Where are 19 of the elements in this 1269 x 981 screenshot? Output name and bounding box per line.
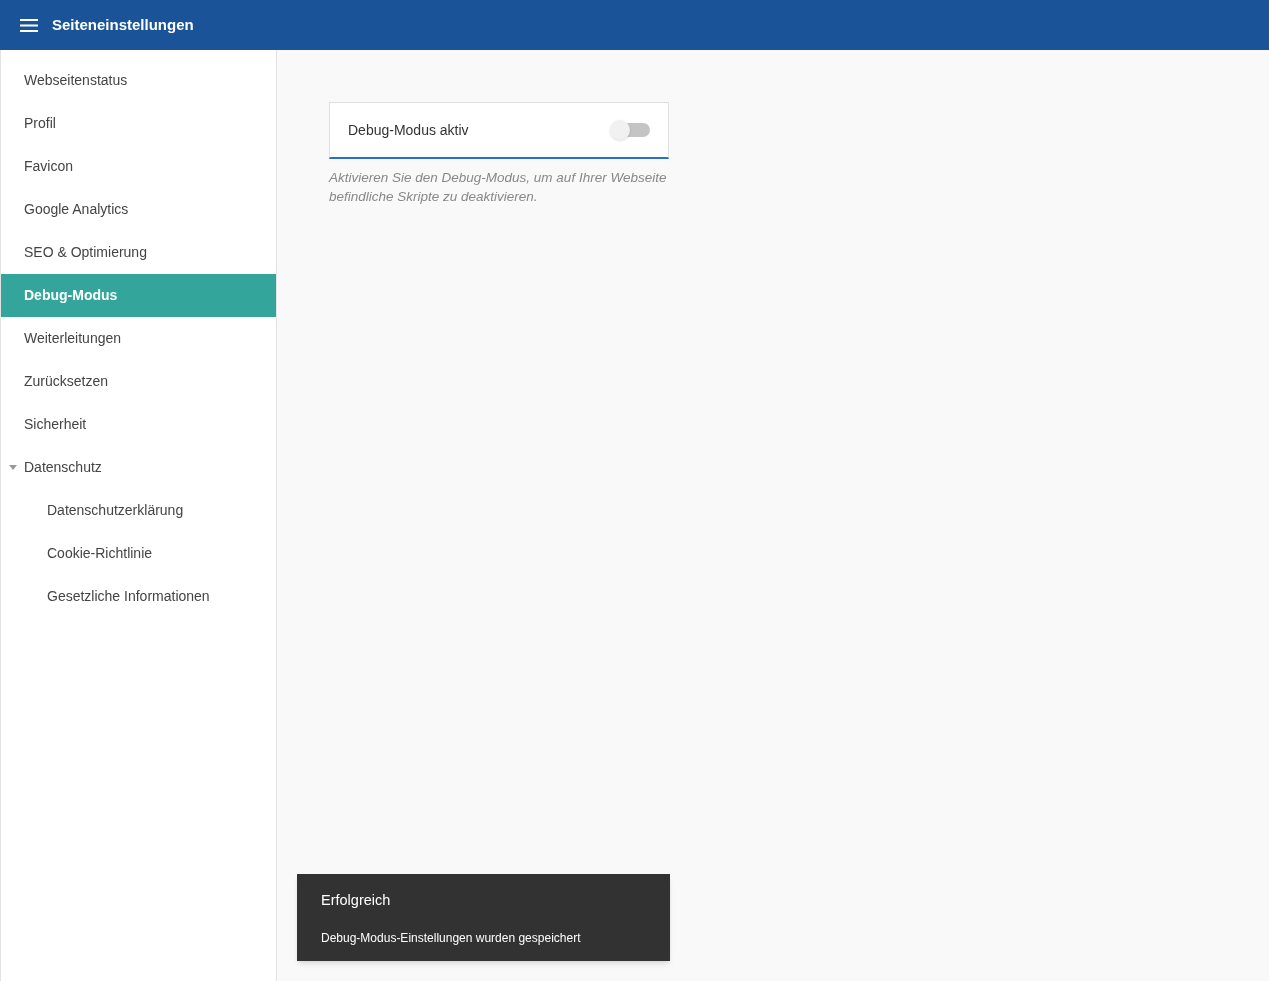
sidebar-item[interactable]: Profil: [1, 102, 276, 145]
sidebar-item[interactable]: Datenschutz: [1, 446, 276, 489]
sidebar-item[interactable]: Weiterleitungen: [1, 317, 276, 360]
toast-title: Erfolgreich: [321, 891, 392, 911]
sidebar-item[interactable]: Webseitenstatus: [1, 59, 276, 102]
sidebar-item[interactable]: Google Analytics: [1, 188, 276, 231]
sidebar-item[interactable]: Zurücksetzen: [1, 360, 276, 403]
menu-icon[interactable]: [20, 18, 38, 32]
toast-message: Debug-Modus-Einstellungen wurden gespeichert: [321, 930, 582, 947]
sidebar-item[interactable]: Cookie-Richtlinie: [1, 532, 276, 575]
sidebar-item[interactable]: Sicherheit: [1, 403, 276, 446]
setting-hint: Aktivieren Sie den Debug-Modus, um auf Ihrer Webseite befindliche Skripte zu deaktivieren.: [329, 169, 668, 206]
setting-label: Debug-Modus aktiv: [348, 120, 469, 140]
sidebar-item[interactable]: Datenschutzerklärung: [1, 489, 276, 532]
sidebar-item[interactable]: Favicon: [1, 145, 276, 188]
caret-icon: [9, 465, 17, 470]
page-title: Seiteneinstellungen: [52, 14, 194, 35]
sidebar-item[interactable]: Gesetzliche Informationen: [1, 575, 276, 618]
sidebar-item[interactable]: SEO & Optimierung: [1, 231, 276, 274]
